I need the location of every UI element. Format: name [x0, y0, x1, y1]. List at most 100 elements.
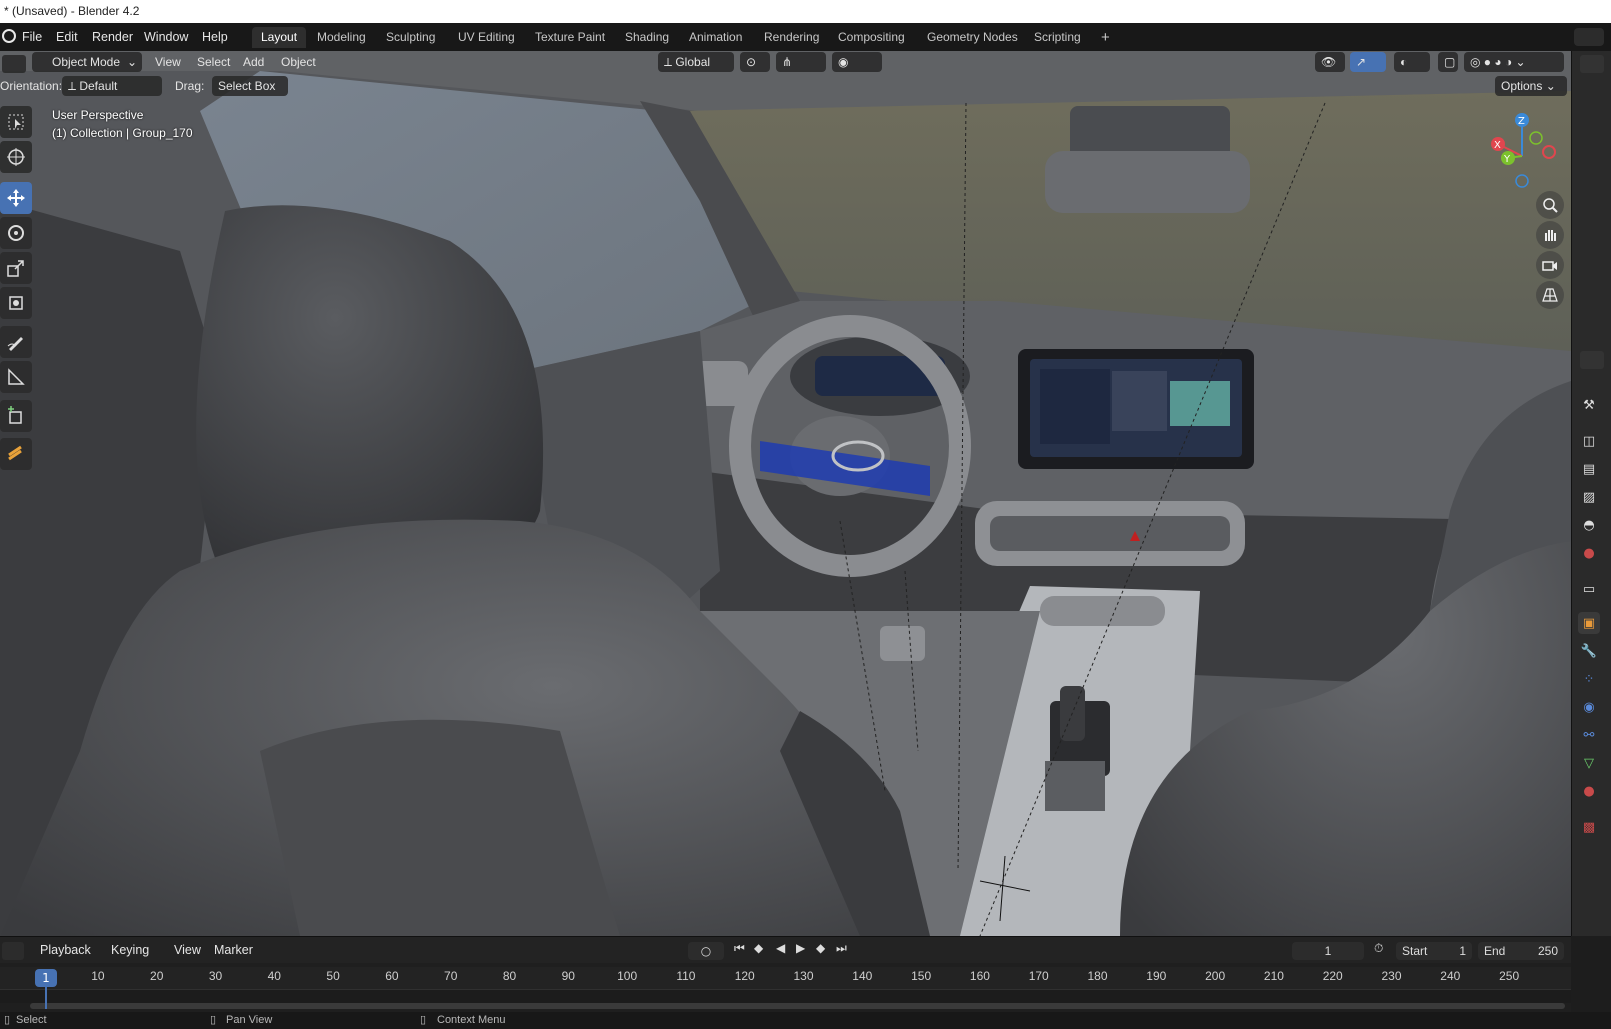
tab-sculpting[interactable]: Sculpting	[377, 27, 444, 48]
modifier-properties-icon[interactable]: 🔧	[1578, 640, 1600, 662]
collection-properties-icon[interactable]: ▭	[1578, 578, 1600, 600]
timeline-menu-playback[interactable]: Playback	[40, 941, 91, 959]
jump-keyframe-forward-icon[interactable]: ◆	[816, 941, 825, 955]
menu-object[interactable]: Object	[281, 52, 316, 72]
tab-rendering[interactable]: Rendering	[755, 27, 828, 48]
frame-tick-label: 130	[793, 969, 814, 983]
output-properties-icon[interactable]: ▤	[1578, 458, 1600, 480]
object-properties-icon[interactable]: ▣	[1578, 612, 1600, 634]
timeline-editor-type-icon[interactable]	[2, 942, 24, 960]
jump-end-icon[interactable]: ⏭	[836, 941, 847, 956]
pan-hand-icon[interactable]	[1536, 221, 1564, 249]
scale-icon[interactable]	[0, 252, 32, 284]
outliner-icon[interactable]	[1580, 55, 1604, 73]
menu-select[interactable]: Select	[197, 52, 230, 72]
gizmo-toggle-icon[interactable]: ↗	[1350, 52, 1386, 72]
xray-icon[interactable]: ▢	[1438, 52, 1458, 72]
tab-shading[interactable]: Shading	[616, 27, 678, 48]
timeline-menu-marker[interactable]: Marker	[214, 941, 253, 959]
collection-info: (1) Collection | Group_170	[52, 126, 193, 140]
particles-icon[interactable]: ⁘	[1578, 668, 1600, 690]
render-properties-icon[interactable]: ◫	[1578, 430, 1600, 452]
perspective-grid-icon[interactable]	[1536, 281, 1564, 309]
physics-icon[interactable]: ◉	[1578, 696, 1600, 718]
tool-settings-icon[interactable]: ⚒	[1578, 394, 1600, 416]
visibility-icon[interactable]: 👁	[1315, 52, 1345, 72]
tab-geometry-nodes[interactable]: Geometry Nodes	[918, 27, 1027, 48]
jump-start-icon[interactable]: ⏮	[734, 941, 745, 956]
orientation-dropdown[interactable]: ⟂ Default	[62, 76, 162, 96]
timeline-scrollbar[interactable]	[30, 1003, 1565, 1009]
camera-view-icon[interactable]	[1536, 251, 1564, 279]
navigation-gizmo[interactable]: Z X Y	[1485, 111, 1565, 191]
mode-dropdown[interactable]: Object Mode ⌄	[32, 52, 142, 72]
editor-type-icon[interactable]	[2, 55, 26, 73]
object-data-icon[interactable]: ▽	[1578, 752, 1600, 774]
timeline-editor[interactable]: Playback Keying View Marker ○ ⏮ ◆ ◀ ▶ ◆ …	[0, 936, 1571, 1012]
view-layer-icon[interactable]: ▨	[1578, 486, 1600, 508]
tab-scripting[interactable]: Scripting	[1025, 27, 1090, 48]
transform-icon[interactable]	[0, 287, 32, 319]
menu-help[interactable]: Help	[202, 28, 228, 46]
current-frame-field[interactable]: 1	[1292, 942, 1364, 960]
menu-view[interactable]: View	[155, 52, 181, 72]
texture-icon[interactable]: ▩	[1578, 816, 1600, 838]
menu-render[interactable]: Render	[92, 28, 133, 46]
mouse-right-icon: ▯	[420, 1014, 427, 1026]
add-cube-icon[interactable]	[0, 400, 32, 432]
proportional-edit-icon[interactable]: ◉	[832, 52, 882, 72]
tab-uv-editing[interactable]: UV Editing	[449, 27, 524, 48]
play-icon[interactable]: ▶	[796, 941, 805, 955]
stopwatch-icon[interactable]: ⏱	[1374, 941, 1383, 956]
options-dropdown[interactable]: Options ⌄	[1495, 76, 1567, 96]
annotate-icon[interactable]	[0, 326, 32, 358]
frame-tick-label: 10	[91, 969, 105, 983]
timeline-menu-keying[interactable]: Keying	[111, 941, 149, 959]
material-icon[interactable]: ●	[1578, 780, 1600, 802]
pivot-point-icon[interactable]: ⊙	[740, 52, 770, 72]
constraints-icon[interactable]: ⚯	[1578, 724, 1600, 746]
car-interior-render	[0, 51, 1571, 936]
move-icon[interactable]	[0, 182, 32, 214]
playhead[interactable]: 1	[35, 969, 57, 987]
add-workspace-button[interactable]: +	[1092, 27, 1119, 48]
overlays-icon[interactable]: ◐	[1394, 52, 1430, 72]
scene-properties-icon[interactable]: ◓	[1578, 514, 1600, 536]
auto-keying-icon[interactable]: ○	[688, 942, 724, 960]
menu-edit[interactable]: Edit	[56, 28, 78, 46]
menu-add[interactable]: Add	[243, 52, 264, 72]
properties-editor-icon[interactable]	[1580, 351, 1604, 369]
end-frame-field[interactable]: End 250	[1478, 942, 1564, 960]
tab-animation[interactable]: Animation	[680, 27, 751, 48]
scene-selector-icon[interactable]	[1574, 28, 1604, 46]
timeline-menu-view[interactable]: View	[174, 941, 201, 959]
zoom-icon[interactable]	[1536, 191, 1564, 219]
snap-icon[interactable]: ⋔	[776, 52, 826, 72]
timeline-ruler[interactable]: 1 10 20 30 40 50 60 70 80 90 100 110 120 130 140 150 16…	[0, 963, 1571, 1013]
3d-viewport[interactable]: Object Mode ⌄ View Select Add Object ⟂ Gl…	[0, 51, 1571, 936]
frame-tick-label: 110	[676, 969, 696, 983]
start-frame-field[interactable]: Start 1	[1396, 942, 1472, 960]
shading-modes[interactable]: ◎ ● ◕ ◑ ⌄	[1464, 52, 1564, 72]
grease-pencil-icon[interactable]	[0, 438, 32, 470]
menu-file[interactable]: File	[22, 28, 42, 46]
tab-compositing[interactable]: Compositing	[829, 27, 914, 48]
frame-tick-label: 120	[734, 969, 755, 983]
play-reverse-icon[interactable]: ◀	[776, 941, 785, 955]
world-properties-icon[interactable]: ●	[1578, 542, 1600, 564]
measure-icon[interactable]	[0, 361, 32, 393]
frame-tick-label: 230	[1381, 969, 1402, 983]
menu-window[interactable]: Window	[144, 28, 188, 46]
jump-keyframe-back-icon[interactable]: ◆	[754, 941, 763, 955]
tab-layout[interactable]: Layout	[252, 27, 307, 48]
tab-modeling[interactable]: Modeling	[308, 27, 375, 48]
blender-logo-icon[interactable]	[2, 29, 16, 43]
top-menu-bar: File Edit Render Window Help Layout Mode…	[0, 23, 1611, 51]
select-box-icon[interactable]	[0, 106, 32, 138]
rotate-icon[interactable]	[0, 217, 32, 249]
drag-dropdown[interactable]: Select Box	[212, 76, 288, 96]
tab-texture-paint[interactable]: Texture Paint	[526, 27, 614, 48]
transform-orientation-dropdown[interactable]: ⟂ Global	[658, 52, 734, 72]
cursor-icon[interactable]	[0, 141, 32, 173]
mouse-middle-icon: ▯	[210, 1014, 217, 1026]
